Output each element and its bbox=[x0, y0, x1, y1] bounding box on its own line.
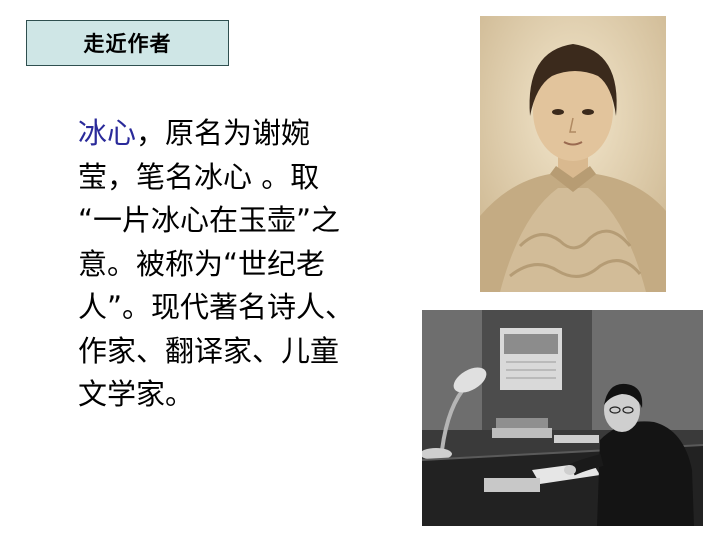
intro-line-6: 作家、翻译家、儿童 bbox=[78, 333, 340, 368]
author-portrait-photo bbox=[480, 16, 666, 292]
author-name-highlight: 冰心 bbox=[78, 116, 137, 150]
intro-line-4: 意。被称为“世纪老 bbox=[78, 246, 326, 281]
writing-illustration bbox=[422, 310, 703, 526]
intro-line-3: “一片冰心在玉壶”之 bbox=[78, 203, 341, 237]
intro-line-1-rest: ，原名为谢婉 bbox=[136, 116, 311, 150]
intro-line-1: 冰心，原名为谢婉 bbox=[78, 112, 408, 156]
intro-line-2: 莹，笔名冰心 。取 bbox=[78, 159, 320, 194]
section-title: 走近作者 bbox=[26, 20, 229, 66]
author-writing-photo bbox=[422, 310, 703, 526]
intro-line-7: 文学家。 bbox=[78, 377, 195, 411]
intro-line-5: 人”。现代著名诗人、 bbox=[78, 290, 355, 324]
author-introduction: 冰心，原名为谢婉 莹，笔名冰心 。取 “一片冰心在玉壶”之 意。被称为“世纪老 … bbox=[78, 112, 408, 417]
section-title-text: 走近作者 bbox=[83, 32, 172, 56]
portrait-illustration bbox=[480, 16, 666, 292]
